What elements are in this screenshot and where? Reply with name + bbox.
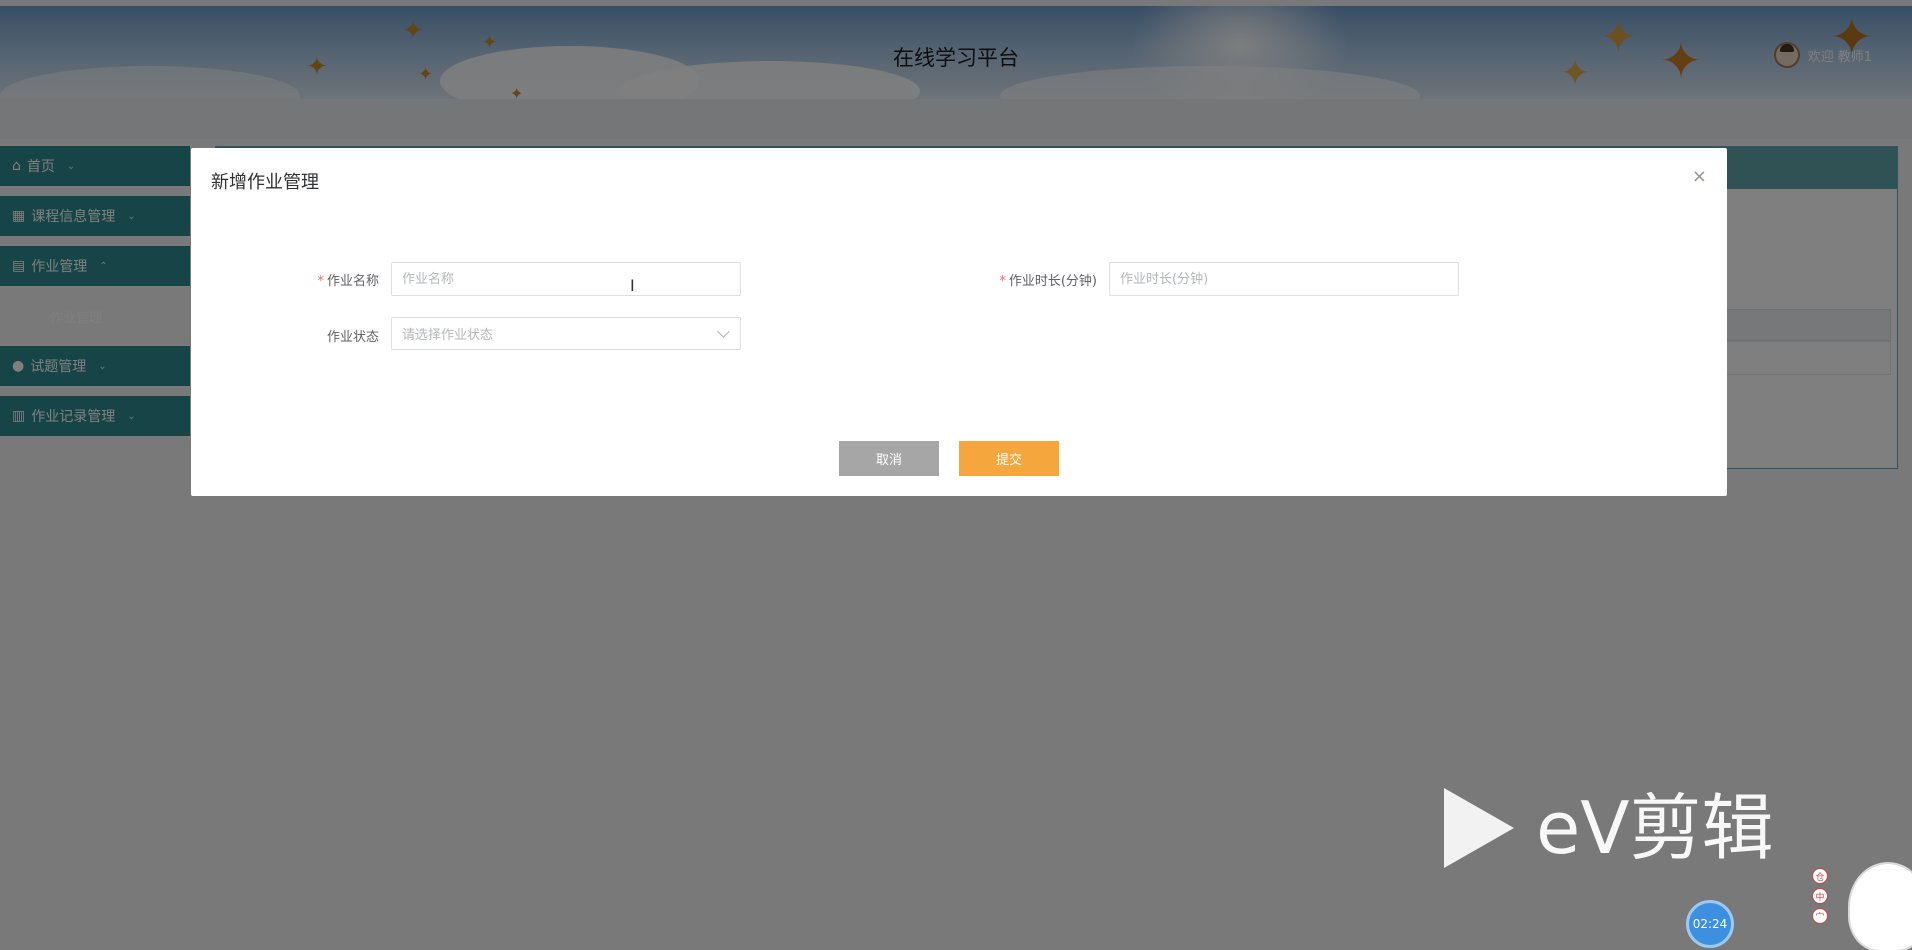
watermark: eV剪辑 (1444, 788, 1774, 868)
homework-status-label-text: 作业状态 (326, 330, 379, 345)
close-icon[interactable]: × (1692, 168, 1707, 186)
add-homework-dialog: 新增作业管理 × *作业名称 *作业时长(分钟) 作业状态 请选择作业状态 取消… (191, 148, 1727, 496)
homework-status-label: 作业状态 (291, 326, 379, 345)
recorder-mini-icons: 仓 中 宀 (1812, 868, 1828, 924)
homework-duration-label-text: 作业时长(分钟) (1008, 274, 1097, 289)
homework-name-label-text: 作业名称 (326, 274, 379, 289)
recorder-mini-icon[interactable]: 宀 (1812, 908, 1828, 924)
submit-button[interactable]: 提交 (959, 441, 1059, 476)
recorder-mini-icon[interactable]: 中 (1812, 888, 1828, 904)
chevron-down-icon (717, 325, 730, 338)
required-mark: * (317, 274, 324, 289)
required-mark: * (999, 274, 1006, 289)
homework-status-placeholder: 请选择作业状态 (402, 328, 494, 343)
recorder-mini-icon[interactable]: 仓 (1812, 868, 1828, 884)
homework-name-label: * 作业名称 (291, 270, 379, 289)
homework-duration-input[interactable] (1109, 262, 1459, 296)
cancel-button[interactable]: 取消 (839, 441, 939, 476)
watermark-brand: eV剪辑 (1536, 786, 1774, 870)
text-cursor-icon: I (630, 276, 635, 295)
dialog-title: 新增作业管理 (211, 172, 319, 193)
homework-status-select[interactable]: 请选择作业状态 (391, 317, 741, 350)
homework-name-input[interactable] (391, 262, 741, 296)
homework-duration-label: * 作业时长(分钟) (931, 270, 1097, 289)
play-icon (1444, 788, 1514, 868)
page: ✦ ✦ ✦ ✦ ✦ ✦ ✦ ✦ ✦ 在线学习平台 欢迎 教师1 ⌂ 首页 ⌄ ▦… (0, 0, 1912, 950)
recording-timer[interactable]: 02:24 (1686, 900, 1734, 948)
